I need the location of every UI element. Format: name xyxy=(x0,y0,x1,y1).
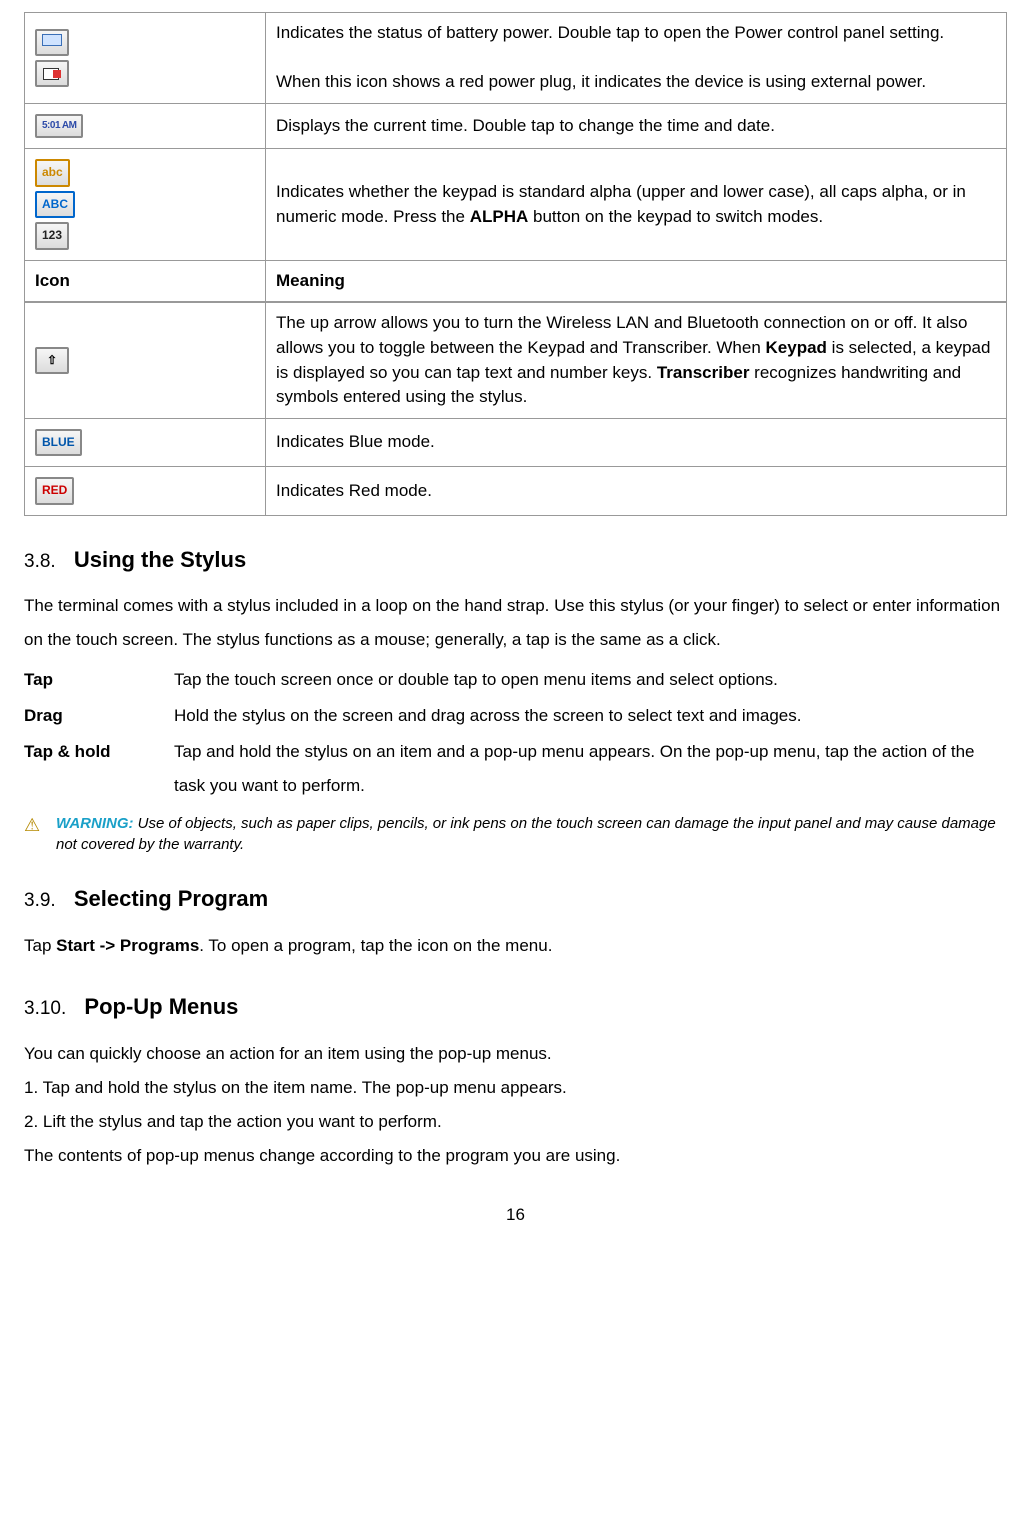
clock-icon: 5:01 AM xyxy=(35,114,83,139)
meaning-cell: Displays the current time. Double tap to… xyxy=(266,103,1007,149)
table-row: abc ABC 123 Indicates whether the keypad… xyxy=(25,149,1007,260)
body-line: You can quickly choose an action for an … xyxy=(24,1037,1007,1071)
blue-mode-icon: BLUE xyxy=(35,429,82,456)
meaning-cell: Indicates the status of battery power. D… xyxy=(266,13,1007,104)
alpha-uppercase-icon: ABC xyxy=(35,191,75,218)
section-heading-3-8: 3.8. Using the Stylus xyxy=(24,544,1007,576)
definition-term: Tap & hold xyxy=(24,735,174,803)
definition-list: Tap Tap the touch screen once or double … xyxy=(24,663,1007,803)
table-row: 5:01 AM Displays the current time. Doubl… xyxy=(25,103,1007,149)
definition-row: Tap & hold Tap and hold the stylus on an… xyxy=(24,735,1007,803)
battery-icon xyxy=(35,29,69,56)
definition-desc: Tap and hold the stylus on an item and a… xyxy=(174,735,1007,803)
section-number: 3.10. xyxy=(24,998,66,1019)
alpha-lowercase-icon: abc xyxy=(35,159,70,186)
icon-meaning-table-1: Indicates the status of battery power. D… xyxy=(24,12,1007,516)
meaning-cell: Indicates Blue mode. xyxy=(266,418,1007,466)
icon-cell: 5:01 AM xyxy=(25,103,266,149)
section-number: 3.9. xyxy=(24,890,56,911)
meaning-cell: The up arrow allows you to turn the Wire… xyxy=(266,302,1007,418)
icon-cell: BLUE xyxy=(25,418,266,466)
section-title: Pop-Up Menus xyxy=(84,994,238,1019)
section-paragraph: Tap Start -> Programs. To open a program… xyxy=(24,929,1007,963)
meaning-text: When this icon shows a red power plug, i… xyxy=(276,72,926,91)
table-row: BLUE Indicates Blue mode. xyxy=(25,418,1007,466)
definition-desc: Hold the stylus on the screen and drag a… xyxy=(174,699,1007,733)
numeric-icon: 123 xyxy=(35,222,69,249)
section-paragraph: The terminal comes with a stylus include… xyxy=(24,589,1007,657)
section-heading-3-10: 3.10. Pop-Up Menus xyxy=(24,991,1007,1023)
body-line: 1. Tap and hold the stylus on the item n… xyxy=(24,1071,1007,1105)
body-line: The contents of pop-up menus change acco… xyxy=(24,1139,1007,1173)
section-title: Using the Stylus xyxy=(74,547,246,572)
warning-text: Use of objects, such as paper clips, pen… xyxy=(56,815,996,853)
definition-desc: Tap the touch screen once or double tap … xyxy=(174,663,1007,697)
table-header-row: Icon Meaning xyxy=(25,260,1007,302)
section-heading-3-9: 3.9. Selecting Program xyxy=(24,883,1007,915)
icon-cell: abc ABC 123 xyxy=(25,149,266,260)
warning-icon: ⚠ xyxy=(24,813,46,838)
table-row: RED Indicates Red mode. xyxy=(25,467,1007,515)
up-arrow-icon: ⇧ xyxy=(35,347,69,374)
icon-cell: RED xyxy=(25,467,266,515)
icon-cell: ⇧ xyxy=(25,302,266,418)
header-meaning: Meaning xyxy=(266,260,1007,302)
body-line: 2. Lift the stylus and tap the action yo… xyxy=(24,1105,1007,1139)
table-row: ⇧ The up arrow allows you to turn the Wi… xyxy=(25,302,1007,418)
definition-row: Tap Tap the touch screen once or double … xyxy=(24,663,1007,697)
definition-term: Tap xyxy=(24,663,174,697)
red-mode-icon: RED xyxy=(35,477,74,504)
meaning-text: Indicates the status of battery power. D… xyxy=(276,23,944,42)
icon-cell xyxy=(25,13,266,104)
definition-row: Drag Hold the stylus on the screen and d… xyxy=(24,699,1007,733)
section-number: 3.8. xyxy=(24,551,56,572)
meaning-cell: Indicates Red mode. xyxy=(266,467,1007,515)
table-row: Indicates the status of battery power. D… xyxy=(25,13,1007,104)
page-number: 16 xyxy=(24,1203,1007,1228)
section-title: Selecting Program xyxy=(74,886,268,911)
warning-block: ⚠ WARNING: Use of objects, such as paper… xyxy=(24,813,1007,855)
header-icon: Icon xyxy=(25,260,266,302)
warning-label: WARNING: xyxy=(56,815,134,832)
definition-term: Drag xyxy=(24,699,174,733)
meaning-cell: Indicates whether the keypad is standard… xyxy=(266,149,1007,260)
power-plug-icon xyxy=(35,60,69,87)
